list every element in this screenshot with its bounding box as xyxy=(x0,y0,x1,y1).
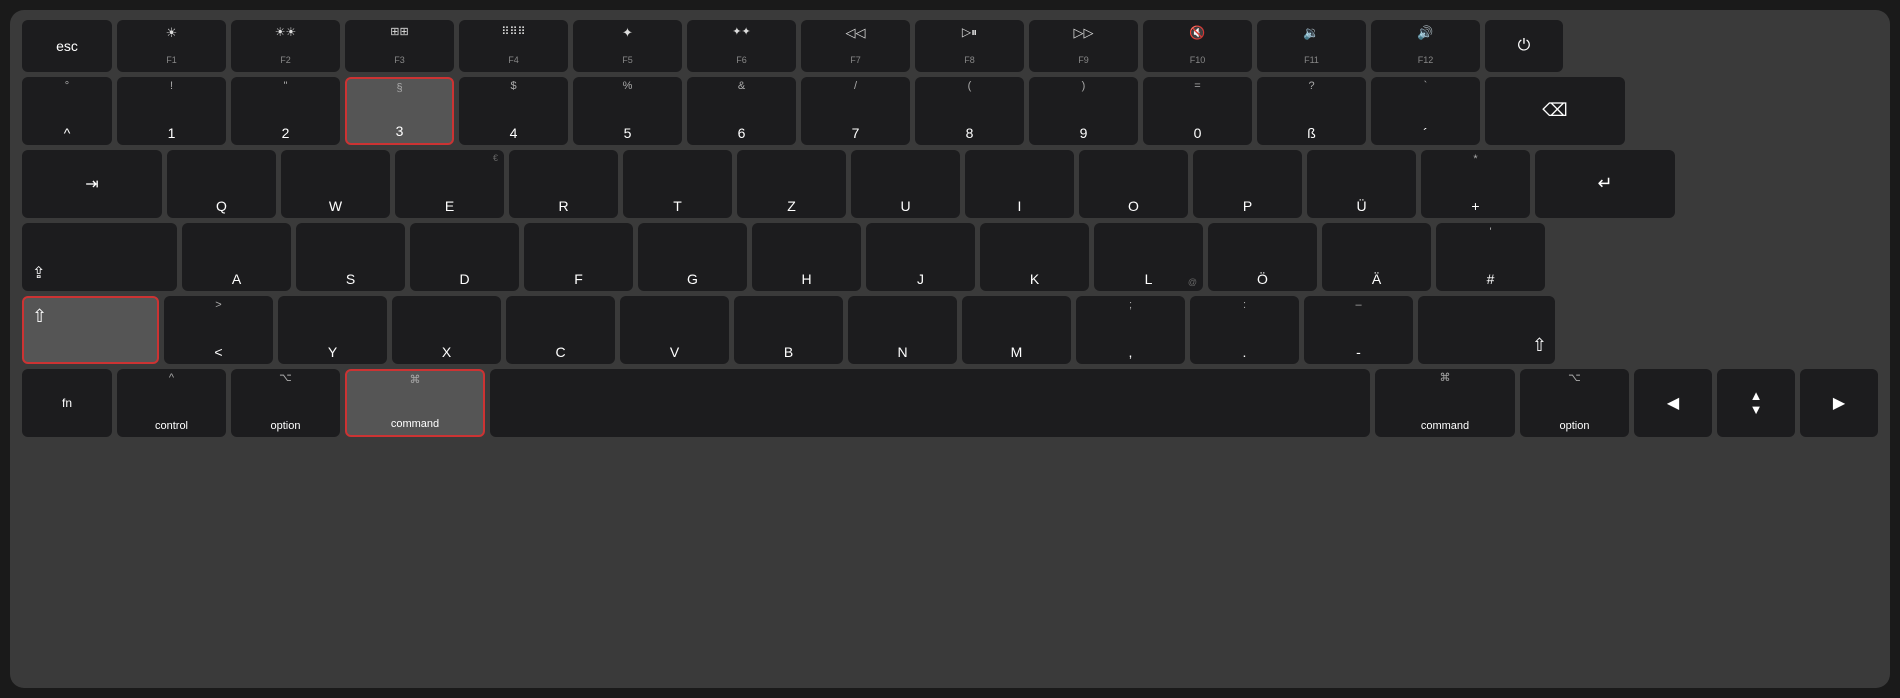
key-arrow-left[interactable]: ◀ xyxy=(1634,369,1712,437)
key-b[interactable]: B xyxy=(734,296,843,364)
key-arrow-updown[interactable]: ▲ ▼ xyxy=(1717,369,1795,437)
key-f11[interactable]: 🔉 F11 xyxy=(1257,20,1366,72)
key-k[interactable]: K xyxy=(980,223,1089,291)
key-0[interactable]: = 0 xyxy=(1143,77,1252,145)
key-y[interactable]: Y xyxy=(278,296,387,364)
key-g[interactable]: G xyxy=(638,223,747,291)
key-period[interactable]: : . xyxy=(1190,296,1299,364)
key-ss[interactable]: ? ß xyxy=(1257,77,1366,145)
zxcv-row: ⇧ > < Y X C V B N M ; , : xyxy=(22,296,1878,364)
key-lcmd[interactable]: ⌘ command xyxy=(345,369,485,437)
key-power[interactable]: ⏻ xyxy=(1485,20,1563,72)
key-j[interactable]: J xyxy=(866,223,975,291)
key-hash[interactable]: ' # xyxy=(1436,223,1545,291)
key-backspace[interactable]: ⌫ xyxy=(1485,77,1625,145)
key-f[interactable]: F xyxy=(524,223,633,291)
key-i[interactable]: I xyxy=(965,150,1074,218)
key-f3[interactable]: ⊞⊞ F3 xyxy=(345,20,454,72)
key-arrow-right[interactable]: ▶ xyxy=(1800,369,1878,437)
key-minus[interactable]: – - xyxy=(1304,296,1413,364)
key-q[interactable]: Q xyxy=(167,150,276,218)
key-space[interactable] xyxy=(490,369,1370,437)
key-x[interactable]: X xyxy=(392,296,501,364)
num-row: ° ^ ! 1 " 2 § 3 $ 4 % 5 & 6 / 7 xyxy=(22,77,1878,145)
key-9[interactable]: ) 9 xyxy=(1029,77,1138,145)
key-o[interactable]: O xyxy=(1079,150,1188,218)
key-acute[interactable]: ` ´ xyxy=(1371,77,1480,145)
fn-row: esc ☀ F1 ☀☀ F2 ⊞⊞ F3 ⠿⠿⠿ F4 ✦ F5 ✦✦ F6 ◁… xyxy=(22,20,1878,72)
key-f6[interactable]: ✦✦ F6 xyxy=(687,20,796,72)
asdf-row: ⇪ A S D F G H J K @ L Ö xyxy=(22,223,1878,291)
key-esc[interactable]: esc xyxy=(22,20,112,72)
key-m[interactable]: M xyxy=(962,296,1071,364)
key-1[interactable]: ! 1 xyxy=(117,77,226,145)
key-capslock[interactable]: ⇪ xyxy=(22,223,177,291)
key-z[interactable]: Z xyxy=(737,150,846,218)
key-v[interactable]: V xyxy=(620,296,729,364)
key-fn[interactable]: fn xyxy=(22,369,112,437)
keyboard: esc ☀ F1 ☀☀ F2 ⊞⊞ F3 ⠿⠿⠿ F4 ✦ F5 ✦✦ F6 ◁… xyxy=(10,10,1890,688)
key-lshift[interactable]: ⇧ xyxy=(22,296,159,364)
key-f8[interactable]: ▷⏸ F8 xyxy=(915,20,1024,72)
key-f4[interactable]: ⠿⠿⠿ F4 xyxy=(459,20,568,72)
key-lopt[interactable]: ⌥ option xyxy=(231,369,340,437)
key-s[interactable]: S xyxy=(296,223,405,291)
key-f2[interactable]: ☀☀ F2 xyxy=(231,20,340,72)
key-rcmd[interactable]: ⌘ command xyxy=(1375,369,1515,437)
key-ae[interactable]: Ä xyxy=(1322,223,1431,291)
key-oe[interactable]: Ö xyxy=(1208,223,1317,291)
key-f12[interactable]: 🔊 F12 xyxy=(1371,20,1480,72)
key-u[interactable]: U xyxy=(851,150,960,218)
key-d[interactable]: D xyxy=(410,223,519,291)
key-t[interactable]: T xyxy=(623,150,732,218)
key-e[interactable]: € E xyxy=(395,150,504,218)
key-w[interactable]: W xyxy=(281,150,390,218)
key-ropt[interactable]: ⌥ option xyxy=(1520,369,1629,437)
key-backtick[interactable]: ° ^ xyxy=(22,77,112,145)
key-6[interactable]: & 6 xyxy=(687,77,796,145)
key-p[interactable]: P xyxy=(1193,150,1302,218)
key-enter[interactable]: ↵ xyxy=(1535,150,1675,218)
key-2[interactable]: " 2 xyxy=(231,77,340,145)
key-r[interactable]: R xyxy=(509,150,618,218)
key-f5[interactable]: ✦ F5 xyxy=(573,20,682,72)
key-a[interactable]: A xyxy=(182,223,291,291)
key-8[interactable]: ( 8 xyxy=(915,77,1024,145)
key-rshift[interactable]: ⇧ xyxy=(1418,296,1555,364)
qwerty-row: ⇥ Q W € E R T Z U I O P xyxy=(22,150,1878,218)
bottom-row: fn ^ control ⌥ option ⌘ command ⌘ comman… xyxy=(22,369,1878,437)
key-l[interactable]: @ L xyxy=(1094,223,1203,291)
key-7[interactable]: / 7 xyxy=(801,77,910,145)
key-3[interactable]: § 3 xyxy=(345,77,454,145)
key-f7[interactable]: ◁◁ F7 xyxy=(801,20,910,72)
key-4[interactable]: $ 4 xyxy=(459,77,568,145)
key-ctrl[interactable]: ^ control xyxy=(117,369,226,437)
key-angle[interactable]: > < xyxy=(164,296,273,364)
key-tab[interactable]: ⇥ xyxy=(22,150,162,218)
key-ue[interactable]: Ü xyxy=(1307,150,1416,218)
key-f1[interactable]: ☀ F1 xyxy=(117,20,226,72)
key-c[interactable]: C xyxy=(506,296,615,364)
key-5[interactable]: % 5 xyxy=(573,77,682,145)
key-plus[interactable]: * + xyxy=(1421,150,1530,218)
key-n[interactable]: N xyxy=(848,296,957,364)
key-h[interactable]: H xyxy=(752,223,861,291)
key-comma[interactable]: ; , xyxy=(1076,296,1185,364)
key-f9[interactable]: ▷▷ F9 xyxy=(1029,20,1138,72)
key-f10[interactable]: 🔇 F10 xyxy=(1143,20,1252,72)
